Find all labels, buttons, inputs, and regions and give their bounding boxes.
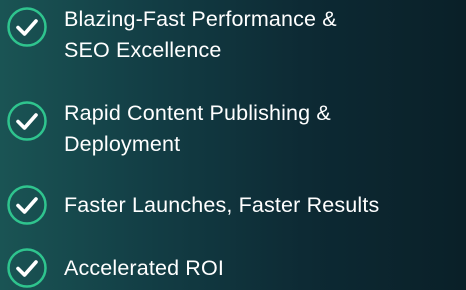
check-circle-icon bbox=[5, 5, 49, 49]
check-circle-icon bbox=[5, 99, 49, 143]
feature-text: Rapid Content Publishing & Deployment bbox=[64, 98, 466, 160]
feature-text-line: SEO Excellence bbox=[64, 38, 222, 62]
feature-text: Faster Launches, Faster Results bbox=[64, 190, 466, 221]
feature-text-line: Rapid Content Publishing & bbox=[64, 101, 331, 125]
feature-text: Accelerated ROI bbox=[64, 253, 466, 284]
feature-text-line: Deployment bbox=[64, 132, 181, 156]
feature-text-line: Blazing-Fast Performance & bbox=[64, 7, 337, 31]
feature-text: Blazing-Fast Performance & SEO Excellenc… bbox=[64, 4, 466, 66]
feature-text-line: Accelerated ROI bbox=[64, 256, 224, 280]
feature-text-line: Faster Launches, Faster Results bbox=[64, 193, 380, 217]
check-circle-icon bbox=[5, 246, 49, 290]
check-circle-icon bbox=[5, 183, 49, 227]
